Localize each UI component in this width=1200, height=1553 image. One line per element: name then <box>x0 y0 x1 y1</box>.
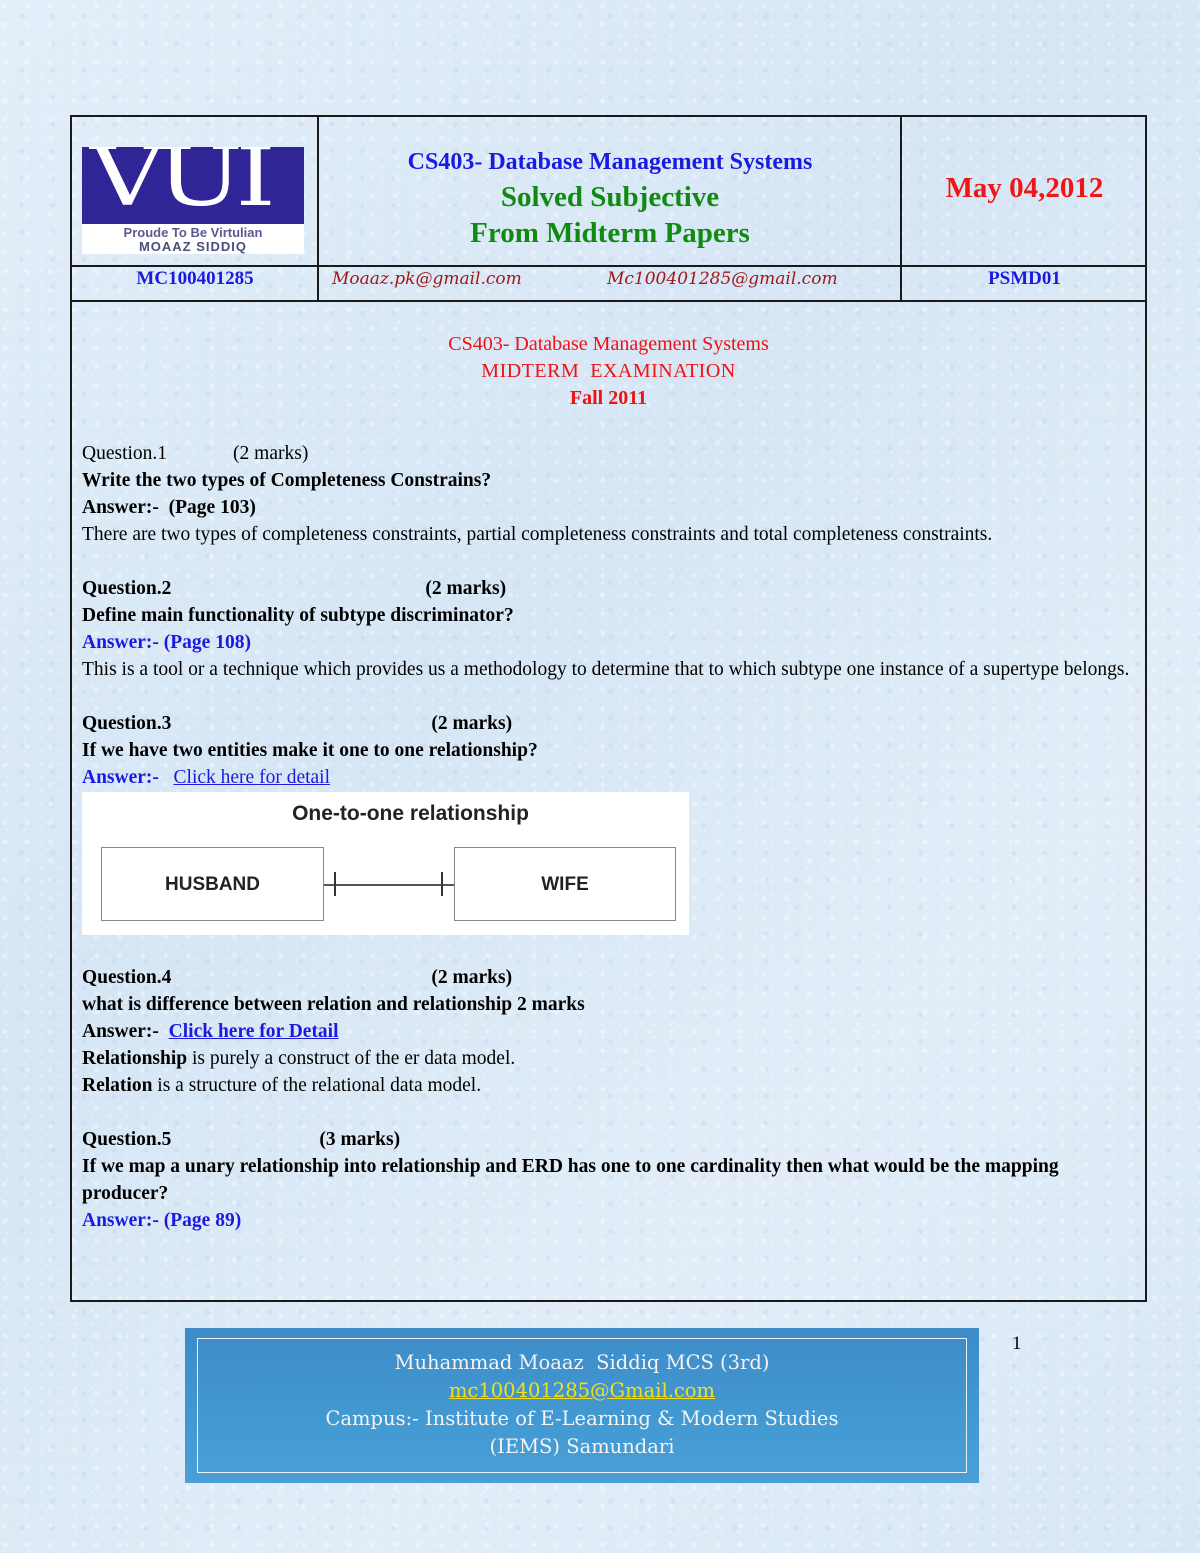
answer-label: Answer:- <box>82 632 159 653</box>
answer-text: This is a tool or a technique which prov… <box>82 659 1130 680</box>
question-marks: (2 marks) <box>233 443 309 464</box>
detail-link[interactable]: Click here for Detail <box>169 1021 339 1042</box>
author-name: Muhammad Moaaz Siddiq MCS (3rd) <box>394 1351 770 1374</box>
answer-page-ref: (Page 89) <box>163 1210 242 1231</box>
exam-course: CS403- Database Management Systems <box>448 333 769 355</box>
question-text: what is difference between relation and … <box>82 994 585 1015</box>
question-2: Question.2 (2 marks) Define main function… <box>82 575 1133 683</box>
question-4: Question.4 (2 marks) what is difference b… <box>82 964 1133 1099</box>
cardinality-one-mark <box>441 872 443 896</box>
page-number: 1 <box>1012 1333 1022 1354</box>
exam-heading: CS403- Database Management Systems MIDTE… <box>72 331 1145 412</box>
entity-husband: HUSBAND <box>101 847 324 921</box>
question-text: If we have two entities make it one to o… <box>82 740 538 761</box>
document-date: May 04,2012 <box>945 172 1104 204</box>
question-1: Question.1 (2 marks) Write the two types … <box>82 440 1133 548</box>
questions-content: Question.1 (2 marks) Write the two types … <box>82 440 1133 1234</box>
campus-line-2: (IEMS) Samundari <box>489 1435 675 1458</box>
student-id: MC100401285 <box>136 268 254 289</box>
vu-logo: VUI Proude To Be Virtulian MOAAZ SIDDIQ <box>82 147 304 254</box>
answer-label: Answer:- <box>82 767 159 788</box>
question-label: Question.3 <box>82 713 172 734</box>
question-5: Question.5 (3 marks) If we map a unary re… <box>82 1126 1133 1234</box>
question-3: Question.3 (2 marks) If we have two entit… <box>82 710 1133 935</box>
footer-email-link[interactable]: mc100401285@Gmail.com <box>449 1379 715 1402</box>
question-label: Question.2 <box>82 578 172 599</box>
question-text: Write the two types of Completeness Cons… <box>82 470 492 491</box>
answer-term: Relationship <box>82 1048 188 1069</box>
answer-line: Relation is a structure of the relationa… <box>82 1072 1133 1099</box>
course-title: CS403- Database Management Systems <box>407 149 813 175</box>
email-link-1[interactable]: Moaaz.pk@gmail.com <box>332 269 522 289</box>
cardinality-one-mark <box>334 872 336 896</box>
question-marks: (2 marks) <box>431 713 513 734</box>
logo-name: MOAAZ SIDDIQ <box>138 239 248 254</box>
relationship-line <box>324 884 454 886</box>
one-to-one-diagram: One-to-one relationship HUSBAND WIFE <box>82 792 689 935</box>
answer-label: Answer:- <box>82 1210 159 1231</box>
title-block: CS403- Database Management Systems Solve… <box>320 145 900 251</box>
entity-wife: WIFE <box>454 847 676 921</box>
question-marks: (3 marks) <box>319 1129 401 1150</box>
answer-page-ref: (Page 103) <box>168 497 256 518</box>
question-text: Define main functionality of subtype dis… <box>82 605 514 626</box>
question-text: If we map a unary relationship into rela… <box>82 1156 1059 1204</box>
author-footer: Muhammad Moaaz Siddiq MCS (3rd) mc100401… <box>185 1328 979 1483</box>
logo-mark: VUI <box>90 147 276 224</box>
subtitle-2: From Midterm Papers <box>470 217 750 249</box>
email-link-2[interactable]: Mc100401285@gmail.com <box>607 269 838 289</box>
answer-label: Answer:- <box>82 497 159 518</box>
question-label: Question.1 <box>82 443 168 464</box>
header-table: VUI Proude To Be Virtulian MOAAZ SIDDIQ … <box>70 115 1147 1302</box>
divider <box>72 300 1145 302</box>
question-marks: (2 marks) <box>431 967 513 988</box>
answer-line: Relationship is purely a construct of th… <box>82 1045 1133 1072</box>
answer-definition: is purely a construct of the er data mod… <box>187 1048 516 1069</box>
diagram-title: One-to-one relationship <box>292 802 529 825</box>
detail-link[interactable]: Click here for detail <box>174 767 330 788</box>
exam-type: MIDTERM EXAMINATION <box>481 360 736 382</box>
entity-label: WIFE <box>541 873 589 895</box>
answer-text: There are two types of completeness cons… <box>82 524 993 545</box>
question-marks: (2 marks) <box>425 578 507 599</box>
campus-line-1: Campus:- Institute of E-Learning & Moder… <box>325 1407 839 1430</box>
divider <box>72 265 1145 267</box>
answer-label: Answer:- <box>82 1021 159 1042</box>
answer-page-ref: (Page 108) <box>163 632 251 653</box>
footer-frame: Muhammad Moaaz Siddiq MCS (3rd) mc100401… <box>197 1338 967 1473</box>
exam-term: Fall 2011 <box>569 387 648 409</box>
answer-definition: is a structure of the relational data mo… <box>152 1075 482 1096</box>
question-label: Question.5 <box>82 1129 172 1150</box>
logo-banner: VUI <box>82 147 304 224</box>
question-label: Question.4 <box>82 967 172 988</box>
answer-term: Relation <box>82 1075 153 1096</box>
subtitle-1: Solved Subjective <box>500 181 720 213</box>
document-code: PSMD01 <box>988 268 1061 289</box>
entity-label: HUSBAND <box>165 873 260 895</box>
logo-tagline: Proude To Be Virtulian <box>123 225 263 240</box>
